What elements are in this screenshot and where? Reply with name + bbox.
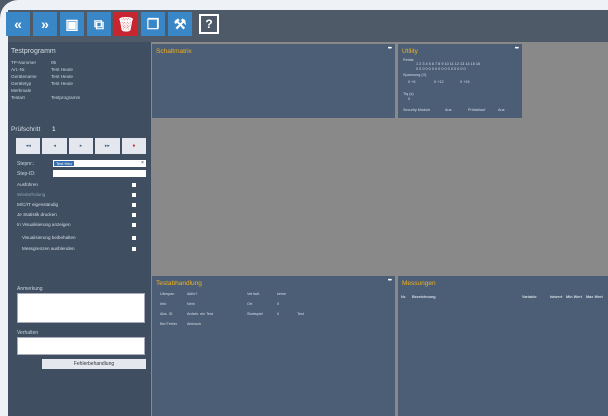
info-row-merkmale: Merkmale — [11, 88, 32, 93]
main-toolbar: « » ▣ ⧉ 🗑 ❐ ⚒ ? — [6, 12, 219, 38]
info-row-art-nr: Art.-Nr. Test Heute — [11, 67, 73, 72]
schaltmatrix-panel: Schaltmatrix ••• — [152, 44, 395, 118]
utility-bottom-label: Prüfablauf — [468, 108, 486, 112]
option-ausfuehren-checkbox[interactable] — [132, 183, 136, 187]
panel-menu-icon[interactable]: ••• — [388, 278, 392, 284]
step-label: Prüfschritt — [11, 126, 41, 133]
option-ausfuehren: Ausführen — [17, 182, 38, 187]
relais-label: Relais — [403, 58, 414, 62]
info-row-testart: Testart Testprogramm — [11, 95, 81, 100]
stepnr-value: Test Heu — [54, 161, 74, 166]
next-step-button[interactable]: ▸ — [68, 138, 94, 154]
option-statistik: Je Statistik drucken — [17, 212, 57, 217]
spannung-value: 0 +12 — [434, 80, 444, 84]
panel-menu-icon[interactable]: ••• — [388, 46, 392, 52]
testabhandlung-title: Testabhandlung — [156, 280, 202, 287]
export-icon[interactable]: ⧉ — [87, 12, 111, 36]
anmerkung-textarea[interactable] — [17, 293, 145, 323]
ta-cell: 0 — [277, 312, 280, 316]
ta-cell: Info — [160, 302, 167, 306]
relais-row-numbers: 1 2 3 4 5 6 7 8 9 10 11 12 13 14 15 16 — [416, 62, 481, 66]
schaltmatrix-title: Schaltmatrix — [156, 48, 192, 55]
utility-panel: Utility ••• Relais 1 2 3 4 5 6 7 8 9 10 … — [398, 44, 522, 118]
verhalten-textarea[interactable] — [17, 337, 145, 355]
tiq-value: 0 — [408, 97, 411, 101]
option-statistik-checkbox[interactable] — [132, 213, 136, 217]
ta-cell: Aktiv? — [187, 292, 198, 296]
record-button[interactable]: ● — [121, 138, 147, 154]
anmerkung-label: Anmerkung — [17, 286, 43, 292]
info-row-tp-nummer: TP-Nummer 05 — [11, 60, 57, 65]
utility-bottom-value: Aus — [498, 108, 505, 112]
col-header[interactable]: Min Wert — [566, 295, 582, 299]
sidebar-title: Testprogramm — [11, 48, 56, 55]
fehlerbehandlung-button[interactable]: Fehlerbehandlung — [42, 359, 146, 369]
option-visualisierung-checkbox[interactable] — [132, 223, 136, 227]
prev-step-button[interactable]: ◂ — [42, 138, 67, 154]
option-mcit-checkbox[interactable] — [132, 203, 136, 207]
tools-icon[interactable]: ⚒ — [168, 12, 192, 36]
col-header[interactable]: Max Wert — [586, 295, 603, 299]
col-header[interactable]: Istwert — [550, 295, 562, 299]
ta-cell: Bei Fehler — [160, 322, 178, 326]
testabhandlung-panel: Testabhandlung ••• Lifespan Aktiv? Verha… — [152, 276, 395, 416]
option-mcit: M/C/IT eigenständig — [17, 202, 59, 207]
spannung-value: 0 +5 — [408, 80, 416, 84]
option-visualisierung: In Visualisierung anzeigen — [17, 222, 71, 227]
ta-cell: Ort — [247, 302, 253, 306]
panel-menu-icon[interactable]: ••• — [515, 46, 519, 52]
ta-cell: Abbruch — [187, 322, 202, 326]
step-controls: ◂◂ ◂ ▸ ▸▸ ● — [16, 138, 147, 154]
stepnr-label: Stepnr.: — [17, 161, 35, 167]
collapse-left-icon[interactable]: « — [6, 12, 30, 36]
messungen-panel: Messungen Nr. Bezeichnung Variable Istwe… — [398, 276, 608, 416]
ta-cell: 0 — [277, 302, 280, 306]
messungen-title: Messungen — [402, 280, 436, 287]
relais-row-values: 0 0 0 0 0 0 0 0 0 0 0 0 0 0 0 0 — [416, 67, 466, 71]
ta-cell: keine — [277, 292, 287, 296]
option-visualisierung-beibehalten: Visualisierung beibehalten — [22, 235, 76, 240]
verhalten-label: Verhalten — [17, 330, 39, 336]
utility-bottom-value: Aus — [445, 108, 452, 112]
sidebar: Testprogramm TP-Nummer 05 Art.-Nr. Test He… — [8, 42, 151, 416]
utility-title: Utility — [402, 48, 418, 55]
ta-cell: Lifespan — [160, 292, 175, 296]
option-visualisierung-beibehalten-checkbox[interactable] — [132, 236, 136, 240]
col-header[interactable]: Variable — [522, 295, 537, 299]
option-wiederholung-checkbox[interactable] — [132, 193, 136, 197]
last-step-button[interactable]: ▸▸ — [95, 138, 120, 154]
ta-cell: Anfahr. ein Test — [187, 312, 214, 316]
info-row-geraetename: Gerätename Test Heute — [11, 74, 73, 79]
tiq-label: Tiq (s) — [403, 92, 414, 96]
option-messgrenzen: Messgrenzen ausblenden — [22, 246, 75, 251]
col-header[interactable]: Nr. — [401, 295, 406, 299]
clear-icon[interactable]: × — [139, 160, 146, 167]
help-icon[interactable]: ? — [199, 14, 219, 34]
step-id-label: Step-ID: — [17, 171, 36, 177]
windows-icon[interactable]: ❐ — [141, 12, 165, 36]
step-value: 1 — [52, 126, 56, 133]
utility-bottom-label: Security Module — [403, 108, 431, 112]
ta-cell: Verhalt. — [247, 292, 260, 296]
ta-cell: Nein — [187, 302, 195, 306]
spannung-label: Spannung (V) — [403, 73, 427, 77]
expand-right-icon[interactable]: » — [33, 12, 57, 36]
first-step-button[interactable]: ◂◂ — [16, 138, 41, 154]
ta-cell: Startspiel — [247, 312, 263, 316]
save-icon[interactable]: ▣ — [60, 12, 84, 36]
ta-cell: Test — [297, 312, 304, 316]
step-id-field[interactable] — [53, 170, 146, 177]
spannung-value: 0 +24 — [460, 80, 470, 84]
col-header[interactable]: Bezeichnung — [412, 295, 436, 299]
option-wiederholung: Wiederholung — [17, 192, 46, 197]
delete-icon[interactable]: 🗑 — [114, 12, 138, 36]
ta-cell: Abs. ID — [160, 312, 173, 316]
option-messgrenzen-checkbox[interactable] — [132, 247, 136, 251]
info-row-geraetetyp: Gerätetyp Test Heute — [11, 81, 73, 86]
